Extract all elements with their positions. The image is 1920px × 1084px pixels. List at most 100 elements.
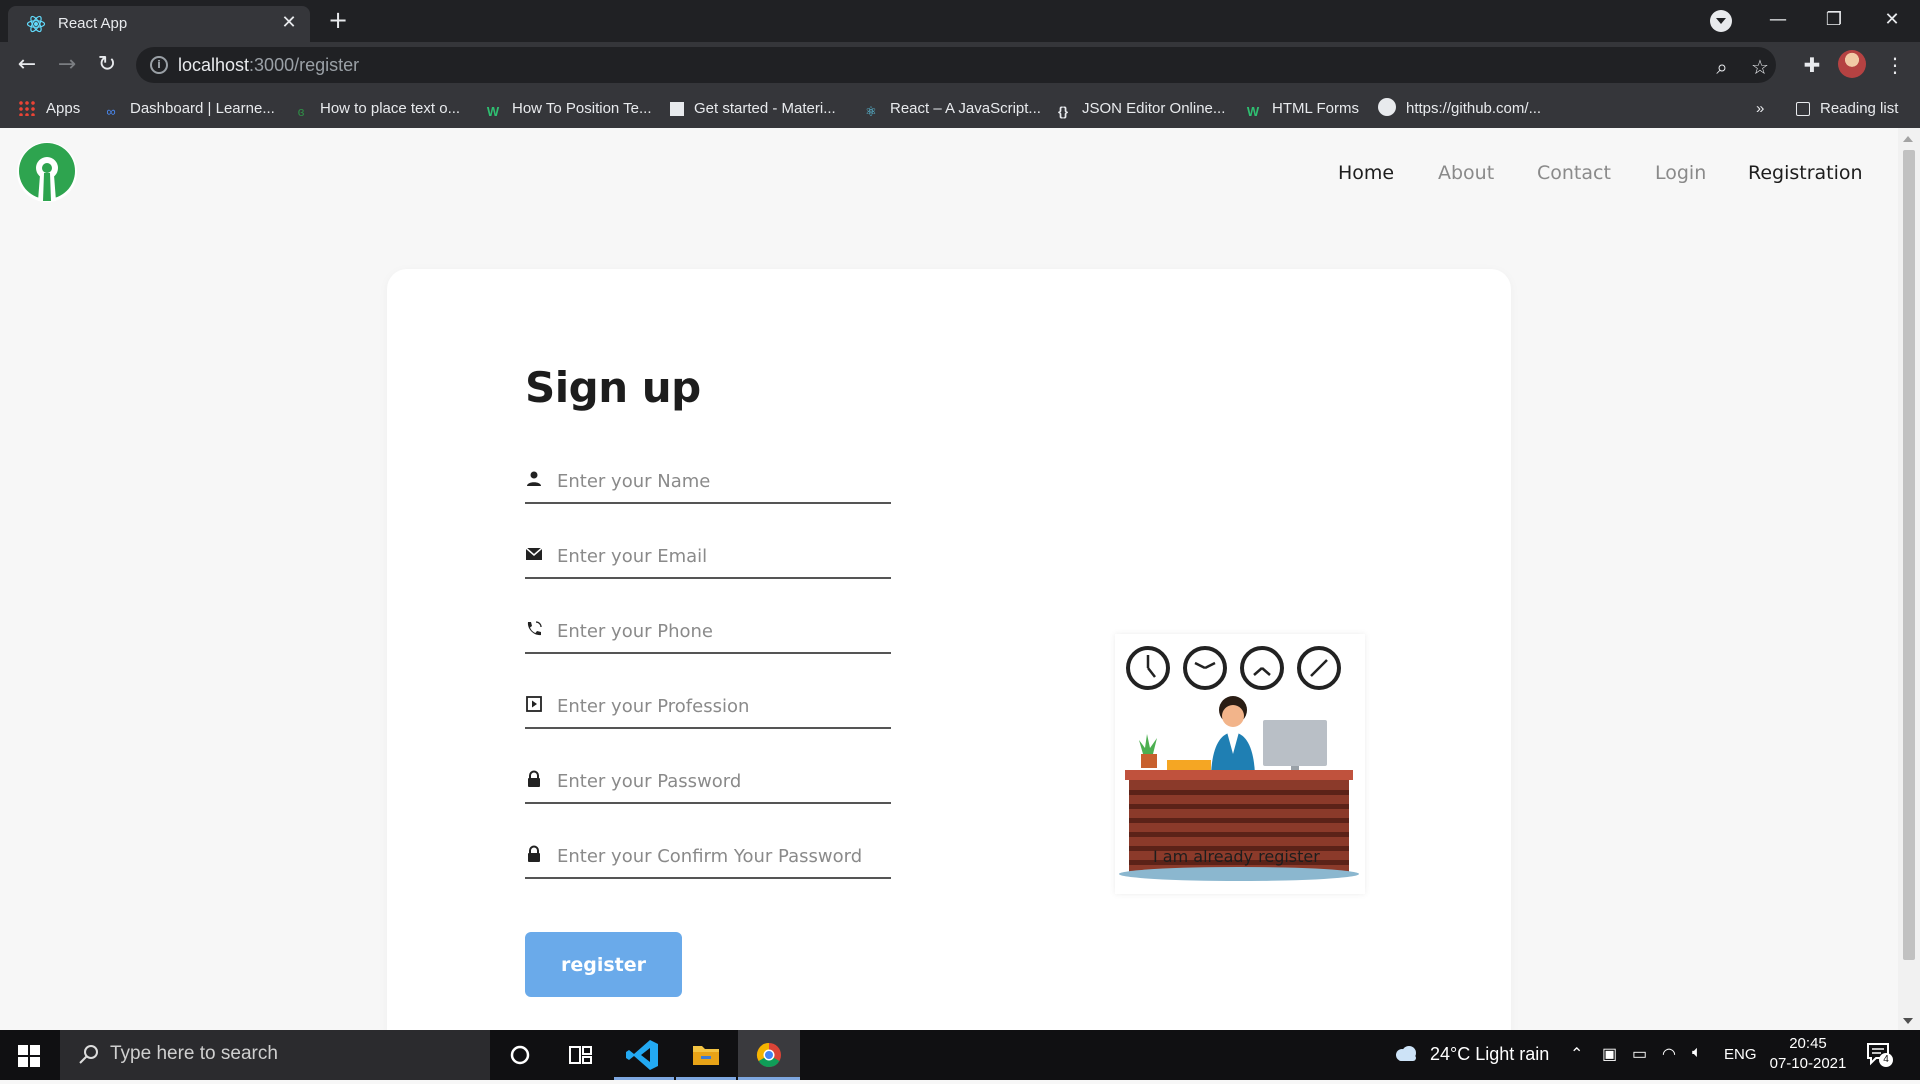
phone-field	[525, 612, 891, 654]
task-view-icon[interactable]	[550, 1030, 610, 1080]
confirm-password-input[interactable]	[557, 839, 861, 873]
already-registered-link[interactable]: I am already register	[1153, 847, 1320, 866]
windows-start-icon[interactable]	[18, 1045, 40, 1067]
page-scrollbar[interactable]	[1898, 128, 1920, 1030]
infinity-icon: ∞	[106, 104, 116, 119]
chrome-icon[interactable]	[738, 1030, 800, 1080]
address-bar[interactable]: i localhost:3000/register ⌕ ☆	[136, 47, 1776, 83]
close-tab-icon[interactable]: ✕	[278, 12, 300, 34]
scroll-up-icon[interactable]	[1903, 136, 1913, 142]
bookmark-label: Get started - Materi...	[694, 100, 836, 117]
clock-icon	[1126, 646, 1170, 690]
bookmark-gfg[interactable]: ɞ How to place text o...	[292, 98, 460, 120]
bookmark-react[interactable]: ⚛ React – A JavaScript...	[862, 98, 1041, 120]
url-path: :3000/register	[249, 55, 360, 75]
clock-icon	[1240, 646, 1284, 690]
url-host: localhost	[178, 55, 250, 75]
reload-icon[interactable]: ↻	[92, 50, 122, 80]
page-viewport: Home About Contact Login Registration Si…	[0, 128, 1898, 1030]
chrome-menu-icon[interactable]: ⋮	[1880, 50, 1910, 80]
nav-contact[interactable]: Contact	[1537, 162, 1611, 184]
profession-field	[525, 687, 891, 729]
taskbar-search-placeholder: Type here to search	[110, 1043, 278, 1064]
forward-arrow-icon[interactable]: →	[52, 50, 82, 80]
meet-now-icon[interactable]: ▣	[1602, 1044, 1617, 1064]
weather-text[interactable]: 24°C Light rain	[1430, 1044, 1549, 1065]
profile-avatar[interactable]	[1838, 50, 1866, 78]
password-input[interactable]	[557, 764, 861, 798]
nav-about[interactable]: About	[1438, 162, 1494, 184]
bookmark-github[interactable]: https://github.com/...	[1378, 98, 1541, 120]
restore-icon[interactable]: ❐	[1806, 0, 1862, 42]
site-logo[interactable]	[16, 141, 78, 203]
register-button[interactable]: register	[525, 932, 682, 997]
clock-icon	[1183, 646, 1227, 690]
clock-time: 20:45	[1789, 1035, 1827, 1052]
windows-taskbar: Type here to search 24°C Light rain ⌃ ▣ …	[0, 1030, 1920, 1080]
minimize-icon[interactable]: —	[1750, 0, 1806, 42]
gfg-icon: ɞ	[297, 104, 305, 119]
bookmark-label: HTML Forms	[1272, 100, 1359, 117]
bookmark-label: React – A JavaScript...	[890, 100, 1041, 117]
close-window-icon[interactable]: ✕	[1864, 0, 1920, 42]
bookmarks-overflow-icon[interactable]: »	[1756, 98, 1764, 120]
email-input[interactable]	[557, 539, 861, 573]
notification-center-icon[interactable]: 4	[1866, 1042, 1893, 1067]
browser-tab[interactable]: React App ✕	[8, 6, 310, 42]
bookmark-json-editor[interactable]: {} JSON Editor Online...	[1054, 98, 1225, 120]
back-arrow-icon[interactable]: ←	[12, 50, 42, 80]
signup-card: Sign up register	[387, 269, 1511, 1030]
volume-icon[interactable]: 🔈︎	[1692, 1044, 1702, 1062]
scrollbar-thumb[interactable]	[1903, 150, 1915, 960]
nav-login[interactable]: Login	[1655, 162, 1706, 184]
confirm-password-field	[525, 837, 891, 879]
wifi-icon[interactable]: ◠	[1662, 1044, 1676, 1064]
tab-title: React App	[58, 15, 128, 32]
react-icon	[26, 15, 46, 33]
notification-count-badge: 4	[1879, 1053, 1893, 1067]
bookmark-position-text[interactable]: W How To Position Te...	[484, 98, 652, 120]
weather-cloud-icon[interactable]	[1392, 1044, 1420, 1064]
name-input[interactable]	[557, 464, 861, 498]
browser-tab-bar: React App ✕ + — ❐ ✕	[0, 0, 1920, 42]
taskbar-search-box[interactable]: Type here to search	[60, 1030, 490, 1080]
profession-icon	[526, 696, 542, 712]
bookmark-dashboard[interactable]: ∞ Dashboard | Learne...	[102, 98, 274, 120]
battery-icon[interactable]: ▭	[1632, 1044, 1647, 1064]
lock-icon	[528, 845, 540, 862]
browser-toolbar: ← → ↻ i localhost:3000/register ⌕ ☆ ✚ ⋮	[0, 42, 1920, 88]
site-info-icon[interactable]: i	[150, 56, 168, 74]
bookmark-label: JSON Editor Online...	[1082, 100, 1226, 117]
show-hidden-icons-icon[interactable]: ⌃	[1570, 1044, 1583, 1064]
new-tab-button[interactable]: +	[324, 6, 352, 34]
extensions-puzzle-icon[interactable]: ✚	[1797, 50, 1827, 80]
language-indicator[interactable]: ENG	[1724, 1046, 1757, 1063]
password-field	[525, 762, 891, 804]
cortana-icon[interactable]	[490, 1030, 550, 1080]
apps-grid-icon	[18, 100, 36, 116]
bookmark-html-forms[interactable]: W HTML Forms	[1244, 98, 1359, 120]
zoom-icon[interactable]: ⌕	[1710, 55, 1734, 79]
nav-registration[interactable]: Registration	[1748, 162, 1863, 184]
vscode-icon[interactable]	[614, 1030, 674, 1080]
file-explorer-icon[interactable]	[676, 1030, 736, 1080]
bookmark-material[interactable]: Get started - Materi...	[670, 98, 836, 120]
mail-icon	[525, 547, 543, 560]
email-field	[525, 537, 891, 579]
bookmark-apps[interactable]: Apps	[18, 98, 80, 120]
bookmark-label: How To Position Te...	[512, 100, 652, 117]
w3-icon: W	[486, 104, 500, 119]
phone-icon	[527, 621, 542, 636]
nav-home[interactable]: Home	[1338, 162, 1394, 184]
taskbar-clock[interactable]: 20:45 07-10-2021	[1766, 1034, 1850, 1074]
bookmark-label: Apps	[46, 100, 81, 117]
reading-list-button[interactable]: Reading list	[1796, 98, 1898, 120]
bookmark-star-icon[interactable]: ☆	[1748, 55, 1772, 79]
tab-search-icon[interactable]	[1710, 10, 1732, 32]
profession-input[interactable]	[557, 689, 861, 723]
json-icon: {}	[1057, 104, 1069, 119]
scroll-down-icon[interactable]	[1903, 1018, 1913, 1024]
name-field	[525, 462, 891, 504]
phone-input[interactable]	[557, 614, 861, 648]
reading-list-icon	[1796, 102, 1810, 116]
